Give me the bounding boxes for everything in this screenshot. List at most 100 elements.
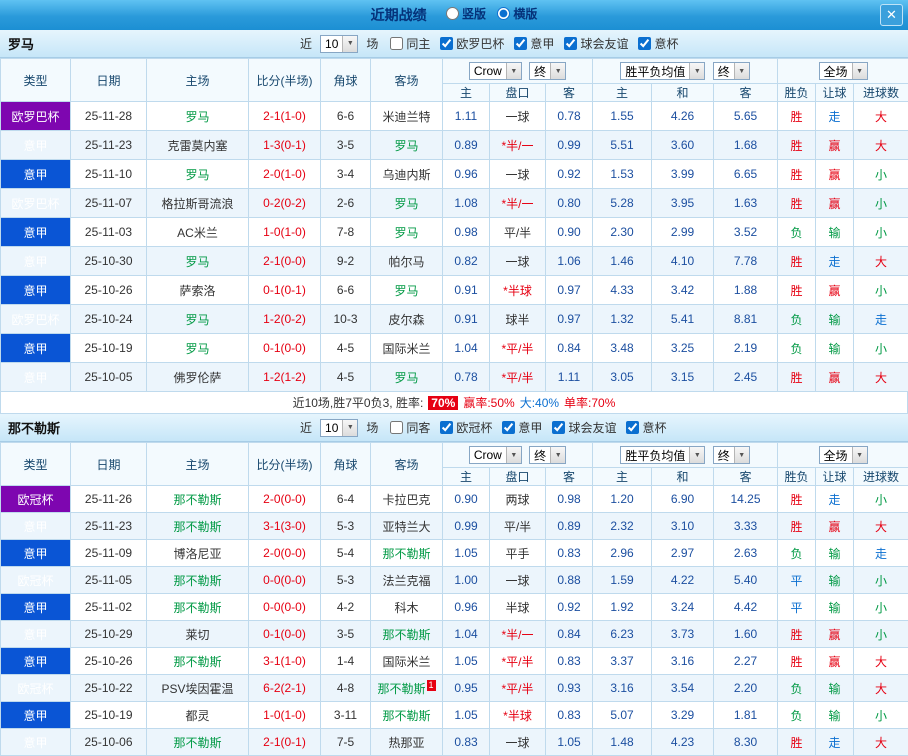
- avg-draw-odds: 3.29: [652, 702, 714, 729]
- home-team[interactable]: 罗马: [147, 160, 249, 189]
- layout-option-vertical[interactable]: 竖版: [446, 5, 486, 22]
- away-team[interactable]: 卡拉巴克: [371, 486, 443, 513]
- odds-final-select[interactable]: 终▼: [529, 446, 566, 464]
- scope-select[interactable]: 全场▼: [819, 446, 868, 464]
- away-team[interactable]: 帕尔马: [371, 247, 443, 276]
- away-team[interactable]: 那不勒斯1: [371, 675, 443, 702]
- home-team[interactable]: 克雷莫内塞: [147, 131, 249, 160]
- home-team[interactable]: 那不勒斯: [147, 729, 249, 756]
- filter-意杯[interactable]: 意杯: [638, 35, 678, 52]
- filter-checkbox[interactable]: [514, 37, 527, 50]
- away-team[interactable]: 乌迪内斯: [371, 160, 443, 189]
- match-count-select[interactable]: 10▼: [320, 35, 358, 53]
- home-team[interactable]: 那不勒斯: [147, 594, 249, 621]
- filter-checkbox[interactable]: [440, 37, 453, 50]
- sub-col-handicap: 盘口: [490, 468, 546, 486]
- avg-final-select[interactable]: 终▼: [713, 62, 750, 80]
- vertical-radio-input[interactable]: [446, 7, 459, 20]
- result-wdl: 负: [778, 540, 816, 567]
- home-team[interactable]: 那不勒斯: [147, 513, 249, 540]
- layout-option-horizontal[interactable]: 横版: [497, 5, 537, 22]
- odds-final-select[interactable]: 终▼: [529, 62, 566, 80]
- match-date: 25-11-23: [71, 513, 147, 540]
- filter-checkbox[interactable]: [502, 421, 515, 434]
- filter-同主[interactable]: 同主: [390, 35, 430, 52]
- horizontal-radio-input[interactable]: [497, 7, 510, 20]
- away-team[interactable]: 罗马: [371, 131, 443, 160]
- away-team[interactable]: 国际米兰: [371, 648, 443, 675]
- home-team[interactable]: 格拉斯哥流浪: [147, 189, 249, 218]
- filter-checkbox[interactable]: [638, 37, 651, 50]
- home-team[interactable]: 罗马: [147, 334, 249, 363]
- sub-col-home-odds: 主: [443, 84, 490, 102]
- away-team[interactable]: 亚特兰大: [371, 513, 443, 540]
- away-team[interactable]: 罗马: [371, 189, 443, 218]
- filter-球会友谊[interactable]: 球会友谊: [552, 419, 616, 436]
- score: 2-1(0-0): [249, 247, 321, 276]
- home-team[interactable]: 萨索洛: [147, 276, 249, 305]
- away-team[interactable]: 罗马: [371, 218, 443, 247]
- filter-意杯[interactable]: 意杯: [626, 419, 666, 436]
- filter-球会友谊[interactable]: 球会友谊: [564, 35, 628, 52]
- corners: 4-5: [321, 334, 371, 363]
- filter-checkbox[interactable]: [626, 421, 639, 434]
- home-team[interactable]: 那不勒斯: [147, 486, 249, 513]
- home-team[interactable]: 佛罗伦萨: [147, 363, 249, 392]
- away-team[interactable]: 罗马: [371, 276, 443, 305]
- home-team[interactable]: 那不勒斯: [147, 648, 249, 675]
- avg-home-odds: 5.07: [593, 702, 652, 729]
- match-count-select[interactable]: 10▼: [320, 419, 358, 437]
- home-team[interactable]: 莱切: [147, 621, 249, 648]
- away-team[interactable]: 那不勒斯: [371, 621, 443, 648]
- filter-欧冠杯[interactable]: 欧冠杯: [440, 419, 492, 436]
- home-team[interactable]: 罗马: [147, 247, 249, 276]
- odds-company-select[interactable]: Crow▼: [469, 62, 522, 80]
- filter-欧罗巴杯[interactable]: 欧罗巴杯: [440, 35, 504, 52]
- avg-final-select[interactable]: 终▼: [713, 446, 750, 464]
- away-team[interactable]: 国际米兰: [371, 334, 443, 363]
- filter-checkbox[interactable]: [564, 37, 577, 50]
- odds-away: 0.78: [546, 102, 593, 131]
- handicap: *半/一: [490, 131, 546, 160]
- odds-away: 0.84: [546, 621, 593, 648]
- filter-checkbox[interactable]: [390, 421, 403, 434]
- match-row: 意甲 25-10-19 罗马 0-1(0-0) 4-5 国际米兰 1.04 *平…: [1, 334, 908, 363]
- result-wdl: 胜: [778, 363, 816, 392]
- odds-company-select[interactable]: Crow▼: [469, 446, 522, 464]
- filter-checkbox[interactable]: [440, 421, 453, 434]
- home-team[interactable]: 都灵: [147, 702, 249, 729]
- scope-select[interactable]: 全场▼: [819, 62, 868, 80]
- home-team[interactable]: 那不勒斯: [147, 567, 249, 594]
- away-team[interactable]: 皮尔森: [371, 305, 443, 334]
- close-button[interactable]: ✕: [880, 4, 903, 26]
- filter-意甲[interactable]: 意甲: [502, 419, 542, 436]
- home-team[interactable]: 博洛尼亚: [147, 540, 249, 567]
- home-team[interactable]: 罗马: [147, 305, 249, 334]
- away-team[interactable]: 法兰克福: [371, 567, 443, 594]
- filter-checkbox[interactable]: [552, 421, 565, 434]
- away-team[interactable]: 米迪兰特: [371, 102, 443, 131]
- home-team[interactable]: 罗马: [147, 102, 249, 131]
- away-team[interactable]: 那不勒斯: [371, 702, 443, 729]
- avg-odds-group: 胜平负均值▼ 终▼: [593, 443, 778, 468]
- filter-checkbox[interactable]: [390, 37, 403, 50]
- home-team[interactable]: PSV埃因霍温: [147, 675, 249, 702]
- away-team[interactable]: 那不勒斯: [371, 540, 443, 567]
- summary-text: 近10场,胜7平0负3, 胜率:: [293, 394, 424, 411]
- away-team[interactable]: 科木: [371, 594, 443, 621]
- home-team[interactable]: AC米兰: [147, 218, 249, 247]
- away-team[interactable]: 热那亚: [371, 729, 443, 756]
- away-team[interactable]: 罗马: [371, 363, 443, 392]
- avg-type-select[interactable]: 胜平负均值▼: [620, 446, 705, 464]
- filter-同客[interactable]: 同客: [390, 419, 430, 436]
- score: 0-1(0-0): [249, 621, 321, 648]
- avg-type-select[interactable]: 胜平负均值▼: [620, 62, 705, 80]
- competition-badge: 意甲: [1, 160, 71, 189]
- match-date: 25-10-19: [71, 334, 147, 363]
- corners: 7-8: [321, 218, 371, 247]
- corners: 3-5: [321, 131, 371, 160]
- avg-draw-odds: 3.15: [652, 363, 714, 392]
- match-date: 25-11-02: [71, 594, 147, 621]
- avg-draw-odds: 6.90: [652, 486, 714, 513]
- filter-意甲[interactable]: 意甲: [514, 35, 554, 52]
